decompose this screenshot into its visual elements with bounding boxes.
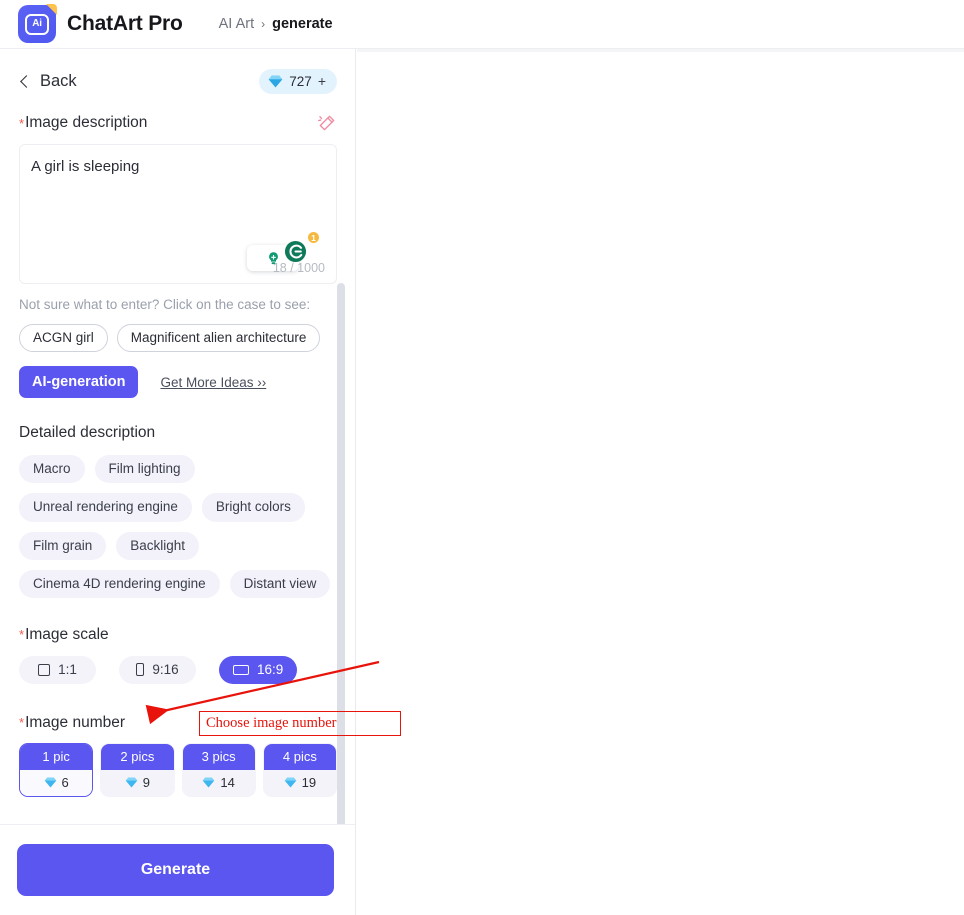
portrait-icon: [136, 663, 145, 677]
scale-option-label: 1:1: [58, 662, 77, 678]
breadcrumb: AI Art › generate: [219, 16, 333, 32]
scale-option-1-1[interactable]: 1:1: [19, 655, 96, 684]
suggestion-chip[interactable]: Magnificent alien architecture: [116, 324, 321, 353]
app-logo-icon: Ai: [18, 4, 57, 43]
required-asterisk: *: [19, 627, 25, 643]
cost-value: 9: [142, 775, 150, 791]
scale-option-label: 9:16: [152, 662, 179, 678]
suggestions-hint: Not sure what to enter? Click on the cas…: [19, 297, 311, 312]
chevron-left-icon: [20, 74, 33, 88]
image-number-option-label: 1 pic: [20, 743, 93, 770]
cost-value: 14: [220, 775, 235, 791]
image-number-label: Image number: [25, 713, 126, 731]
preview-panel: [357, 49, 964, 915]
logo-glyph: Ai: [32, 18, 42, 29]
credits-value: 727: [289, 73, 312, 89]
image-number-option-cost: 19: [263, 769, 336, 796]
detailed-description-label: Detailed description: [19, 424, 156, 442]
image-number-options: 1 pic 6 2 pics 9 3 pics 14 4 pics 19: [19, 742, 337, 797]
back-label: Back: [40, 71, 77, 90]
image-description-label-group: * Image description: [19, 114, 147, 132]
panel-scrollbar-thumb[interactable]: [337, 283, 345, 835]
suggestion-chip-row: ACGN girl Magnificent alien architecture: [19, 324, 337, 353]
brand-logo[interactable]: Ai ChatArt Pro: [18, 4, 183, 43]
cost-value: 6: [61, 775, 69, 791]
scale-option-9-16[interactable]: 9:16: [119, 655, 196, 684]
breadcrumb-root[interactable]: AI Art: [219, 16, 254, 32]
left-form-panel: Back 727 + * Image description A girl is…: [0, 49, 356, 915]
prompt-text-value[interactable]: A girl is sleeping: [31, 157, 324, 177]
diamond-icon: [203, 777, 215, 788]
breadcrumb-current: generate: [272, 16, 333, 32]
image-scale-label: Image scale: [25, 625, 109, 643]
scale-option-label: 16:9: [257, 662, 284, 678]
image-number-option-cost: 9: [101, 769, 174, 796]
image-scale-options: 1:1 9:16 16:9: [19, 655, 337, 684]
image-number-option-label: 2 pics: [101, 743, 174, 770]
suggestion-action-row: AI-generation Get More Ideas ››: [19, 366, 337, 399]
image-number-option-1[interactable]: 1 pic 6: [19, 742, 94, 797]
square-icon: [38, 663, 51, 676]
detail-tag[interactable]: Macro: [19, 455, 85, 484]
prompt-textarea-container[interactable]: A girl is sleeping 1 18 / 1000: [19, 144, 337, 284]
magic-wand-icon[interactable]: [317, 113, 337, 133]
grammarly-alert-badge: 1: [307, 231, 320, 244]
image-number-option-label: 4 pics: [263, 743, 336, 770]
detail-tag[interactable]: Distant view: [229, 569, 331, 598]
annotation-note: Choose image number: [199, 711, 401, 736]
detail-tag[interactable]: Film grain: [19, 531, 107, 560]
generate-button[interactable]: Generate: [17, 844, 334, 896]
cost-value: 19: [301, 775, 317, 791]
preview-panel-divider: [357, 49, 964, 52]
scale-option-16-9[interactable]: 16:9: [219, 655, 298, 684]
image-number-option-4[interactable]: 4 pics 19: [262, 742, 337, 797]
detail-tag[interactable]: Cinema 4D rendering engine: [19, 569, 220, 598]
landscape-icon: [233, 664, 249, 675]
diamond-icon: [125, 777, 138, 788]
get-more-ideas-link[interactable]: Get More Ideas ››: [160, 375, 266, 390]
breadcrumb-separator-icon: ›: [261, 17, 266, 31]
detail-tag[interactable]: Unreal rendering engine: [19, 493, 192, 522]
panel-toolbar: Back 727 +: [19, 49, 337, 105]
detail-tag[interactable]: Film lighting: [94, 455, 195, 484]
panel-scrollbar-track[interactable]: [337, 57, 350, 835]
credits-badge[interactable]: 727 +: [259, 68, 337, 94]
logo-corner-fold-icon: [46, 4, 57, 15]
required-asterisk: *: [19, 115, 25, 131]
required-asterisk: *: [19, 715, 25, 731]
app-root: Ai ChatArt Pro AI Art › generate Back 72…: [0, 0, 964, 915]
diamond-icon: [284, 777, 296, 788]
back-button[interactable]: Back: [19, 72, 77, 91]
grammarly-g-icon: 1: [284, 231, 320, 263]
ai-generation-button[interactable]: AI-generation: [19, 366, 139, 399]
app-header: Ai ChatArt Pro AI Art › generate: [0, 0, 964, 49]
add-credits-icon[interactable]: +: [318, 74, 326, 88]
detail-tag[interactable]: Backlight: [116, 531, 200, 560]
suggestion-chip[interactable]: ACGN girl: [19, 324, 108, 353]
form-scroll-area: Back 727 + * Image description A girl is…: [0, 49, 355, 824]
image-number-option-cost: 6: [20, 769, 93, 796]
detail-tag[interactable]: Bright colors: [201, 493, 305, 522]
image-description-label: Image description: [25, 114, 148, 131]
image-number-option-cost: 14: [182, 769, 255, 796]
character-counter: 18 / 1000: [272, 261, 325, 275]
image-description-header: * Image description: [19, 113, 337, 133]
image-number-option-3[interactable]: 3 pics 14: [181, 742, 256, 797]
diamond-icon: [44, 777, 56, 788]
image-number-option-label: 3 pics: [182, 743, 255, 770]
panel-footer: Generate: [0, 824, 355, 915]
detailed-description-tags: Macro Film lighting Unreal rendering eng…: [19, 455, 339, 598]
diamond-icon: [268, 75, 283, 88]
image-scale-label-group: * Image scale: [19, 626, 337, 644]
image-number-option-2[interactable]: 2 pics 9: [100, 742, 175, 797]
brand-name: ChatArt Pro: [67, 12, 183, 35]
